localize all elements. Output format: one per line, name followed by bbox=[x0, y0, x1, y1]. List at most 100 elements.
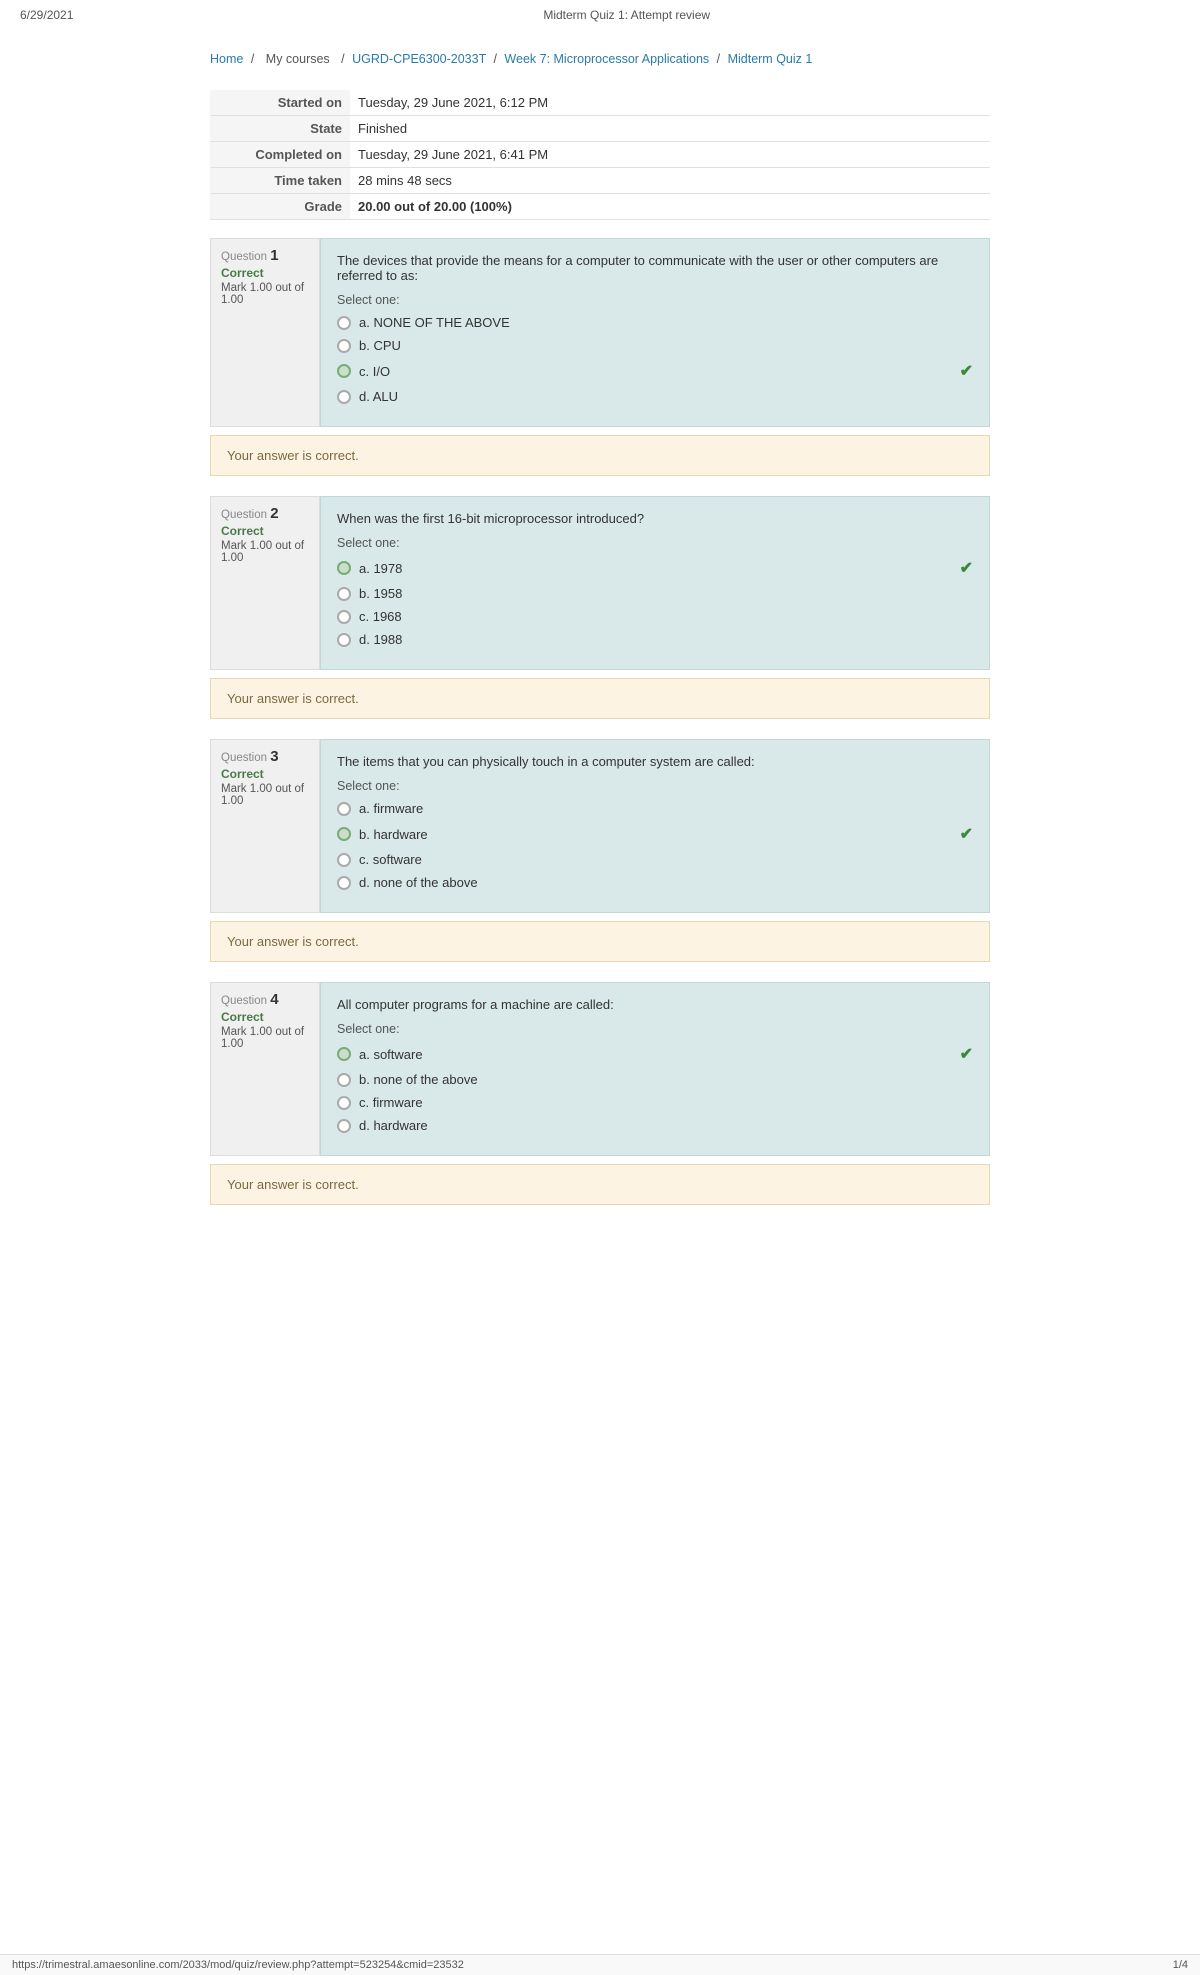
option-row-1-a: a. NONE OF THE ABOVE bbox=[337, 315, 973, 330]
breadcrumb-home[interactable]: Home bbox=[210, 52, 243, 66]
option-row-2-c: c. 1968 bbox=[337, 609, 973, 624]
option-text-4-c: c. firmware bbox=[359, 1095, 973, 1110]
option-text-2-b: b. 1958 bbox=[359, 586, 973, 601]
footer-pagination: 1/4 bbox=[1173, 1959, 1188, 1971]
radio-3-c[interactable] bbox=[337, 853, 351, 867]
checkmark-2-a: ✔ bbox=[960, 558, 973, 578]
option-row-4-d: d. hardware bbox=[337, 1118, 973, 1133]
question-sidebar-4: Question 4 Correct Mark 1.00 out of 1.00 bbox=[210, 982, 320, 1156]
radio-2-a[interactable] bbox=[337, 561, 351, 575]
date-label: 6/29/2021 bbox=[20, 8, 73, 22]
q-mark-3: Mark 1.00 out of 1.00 bbox=[221, 783, 309, 807]
sep1: / bbox=[251, 52, 258, 66]
q-status-2: Correct bbox=[221, 524, 309, 538]
breadcrumb-week[interactable]: Week 7: Microprocessor Applications bbox=[504, 52, 709, 66]
q-status-1: Correct bbox=[221, 266, 309, 280]
summary-table: Started on Tuesday, 29 June 2021, 6:12 P… bbox=[210, 90, 990, 220]
radio-3-a[interactable] bbox=[337, 802, 351, 816]
option-row-3-d: d. none of the above bbox=[337, 875, 973, 890]
sep3: / bbox=[493, 52, 500, 66]
radio-1-b[interactable] bbox=[337, 339, 351, 353]
select-label-1: Select one: bbox=[337, 293, 973, 307]
option-text-1-c: c. I/O bbox=[359, 364, 952, 379]
sep4: / bbox=[717, 52, 724, 66]
q-mark-1: Mark 1.00 out of 1.00 bbox=[221, 282, 309, 306]
breadcrumb-quiz[interactable]: Midterm Quiz 1 bbox=[728, 52, 813, 66]
state-value: Finished bbox=[350, 116, 990, 142]
question-sidebar-2: Question 2 Correct Mark 1.00 out of 1.00 bbox=[210, 496, 320, 670]
option-row-4-a: a. software✔ bbox=[337, 1044, 973, 1064]
option-row-3-c: c. software bbox=[337, 852, 973, 867]
option-row-1-c: c. I/O ✔ bbox=[337, 361, 973, 381]
option-text-3-b: b. hardware bbox=[359, 827, 952, 842]
feedback-4: Your answer is correct. bbox=[210, 1164, 990, 1205]
grade-value: 20.00 out of 20.00 (100%) bbox=[350, 194, 990, 220]
radio-4-b[interactable] bbox=[337, 1073, 351, 1087]
feedback-2: Your answer is correct. bbox=[210, 678, 990, 719]
option-text-1-a: a. NONE OF THE ABOVE bbox=[359, 315, 973, 330]
grade-label: Grade bbox=[210, 194, 350, 220]
question-block-3: Question 3 Correct Mark 1.00 out of 1.00… bbox=[210, 739, 990, 913]
radio-4-a[interactable] bbox=[337, 1047, 351, 1061]
question-text-2: When was the first 16-bit microprocessor… bbox=[337, 511, 973, 526]
summary-row-completed: Completed on Tuesday, 29 June 2021, 6:41… bbox=[210, 142, 990, 168]
option-row-3-a: a. firmware bbox=[337, 801, 973, 816]
radio-4-d[interactable] bbox=[337, 1119, 351, 1133]
footer-url: https://trimestral.amaesonline.com/2033/… bbox=[12, 1959, 464, 1971]
option-text-1-b: b. CPU bbox=[359, 338, 973, 353]
radio-2-d[interactable] bbox=[337, 633, 351, 647]
option-text-3-d: d. none of the above bbox=[359, 875, 973, 890]
option-row-2-a: a. 1978 ✔ bbox=[337, 558, 973, 578]
q-label-2: Question 2 bbox=[221, 505, 309, 522]
question-text-3: The items that you can physically touch … bbox=[337, 754, 973, 769]
q-label-3: Question 3 bbox=[221, 748, 309, 765]
timetaken-label: Time taken bbox=[210, 168, 350, 194]
option-text-3-a: a. firmware bbox=[359, 801, 973, 816]
question-sidebar-3: Question 3 Correct Mark 1.00 out of 1.00 bbox=[210, 739, 320, 913]
timetaken-value: 28 mins 48 secs bbox=[350, 168, 990, 194]
question-text-1: The devices that provide the means for a… bbox=[337, 253, 973, 283]
radio-1-d[interactable] bbox=[337, 390, 351, 404]
radio-3-b[interactable] bbox=[337, 827, 351, 841]
select-label-4: Select one: bbox=[337, 1022, 973, 1036]
breadcrumb-course[interactable]: UGRD-CPE6300-2033T bbox=[352, 52, 486, 66]
option-text-3-c: c. software bbox=[359, 852, 973, 867]
radio-2-c[interactable] bbox=[337, 610, 351, 624]
breadcrumb-mycourses: My courses bbox=[266, 52, 330, 66]
q-label-1: Question 1 bbox=[221, 247, 309, 264]
option-text-1-d: d. ALU bbox=[359, 389, 973, 404]
summary-row-grade: Grade 20.00 out of 20.00 (100%) bbox=[210, 194, 990, 220]
option-text-2-d: d. 1988 bbox=[359, 632, 973, 647]
main-container: Home / My courses / UGRD-CPE6300-2033T /… bbox=[190, 30, 1010, 1255]
radio-2-b[interactable] bbox=[337, 587, 351, 601]
feedback-1: Your answer is correct. bbox=[210, 435, 990, 476]
footer-bar: https://trimestral.amaesonline.com/2033/… bbox=[0, 1954, 1200, 1975]
checkmark-1-c: ✔ bbox=[960, 361, 973, 381]
option-row-2-d: d. 1988 bbox=[337, 632, 973, 647]
question-content-1: The devices that provide the means for a… bbox=[320, 238, 990, 427]
radio-4-c[interactable] bbox=[337, 1096, 351, 1110]
question-block-4: Question 4 Correct Mark 1.00 out of 1.00… bbox=[210, 982, 990, 1156]
q-status-4: Correct bbox=[221, 1010, 309, 1024]
questions-container: Question 1 Correct Mark 1.00 out of 1.00… bbox=[210, 238, 990, 1205]
option-text-2-a: a. 1978 bbox=[359, 561, 952, 576]
summary-row-started: Started on Tuesday, 29 June 2021, 6:12 P… bbox=[210, 90, 990, 116]
summary-row-timetaken: Time taken 28 mins 48 secs bbox=[210, 168, 990, 194]
completed-label: Completed on bbox=[210, 142, 350, 168]
q-mark-4: Mark 1.00 out of 1.00 bbox=[221, 1026, 309, 1050]
question-content-3: The items that you can physically touch … bbox=[320, 739, 990, 913]
started-label: Started on bbox=[210, 90, 350, 116]
q-label-4: Question 4 bbox=[221, 991, 309, 1008]
radio-3-d[interactable] bbox=[337, 876, 351, 890]
top-bar: 6/29/2021 Midterm Quiz 1: Attempt review bbox=[0, 0, 1200, 30]
q-status-3: Correct bbox=[221, 767, 309, 781]
question-content-2: When was the first 16-bit microprocessor… bbox=[320, 496, 990, 670]
grade-value-text: 20.00 out of 20.00 (100%) bbox=[358, 199, 512, 214]
option-text-4-a: a. software bbox=[359, 1047, 952, 1062]
radio-1-a[interactable] bbox=[337, 316, 351, 330]
completed-value: Tuesday, 29 June 2021, 6:41 PM bbox=[350, 142, 990, 168]
radio-1-c[interactable] bbox=[337, 364, 351, 378]
summary-row-state: State Finished bbox=[210, 116, 990, 142]
select-label-3: Select one: bbox=[337, 779, 973, 793]
question-sidebar-1: Question 1 Correct Mark 1.00 out of 1.00 bbox=[210, 238, 320, 427]
